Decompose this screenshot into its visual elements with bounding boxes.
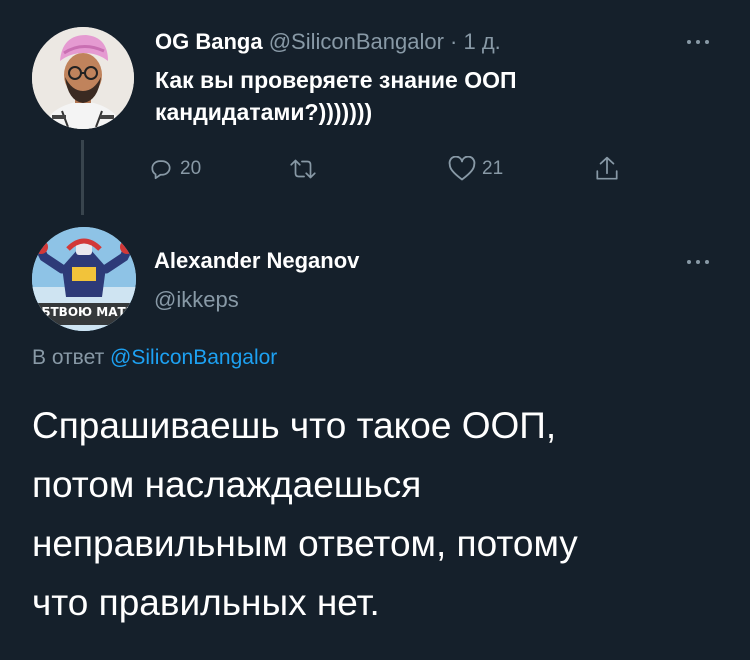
parent-tweet-header: OG Banga @SiliconBangalor · 1 д.: [155, 28, 501, 56]
retweet-button[interactable]: [288, 152, 324, 186]
reply-text-line-1: Спрашиваешь что такое ООП,: [32, 405, 557, 446]
parent-tweet-actions: 20 21: [148, 152, 648, 186]
reply-avatar[interactable]: ЁБТВОЮ МАТЬ: [32, 227, 136, 331]
like-count: 21: [482, 158, 504, 179]
retweet-icon: [290, 159, 316, 179]
heart-icon: [448, 156, 476, 181]
share-button[interactable]: [594, 152, 620, 186]
parent-tweet-text-line-1: Как вы проверяете знание ООП: [155, 67, 517, 93]
reply-button[interactable]: 20: [148, 152, 201, 186]
parent-tweet-time[interactable]: 1 д.: [464, 29, 501, 54]
replying-to-mention-link[interactable]: @SiliconBangalor: [110, 346, 277, 369]
replying-to-line: В ответ @SiliconBangalor: [32, 346, 277, 370]
thread-connector-line: [81, 140, 84, 215]
replying-to-label: В ответ: [32, 346, 105, 369]
reply-more-dots-icon[interactable]: [678, 250, 718, 274]
person-avatar-image: [32, 27, 134, 129]
share-icon: [596, 156, 618, 180]
reply-bubble-icon: [151, 160, 171, 180]
header-separator: ·: [450, 29, 458, 54]
reply-author-name[interactable]: Alexander Neganov: [154, 248, 359, 274]
parent-more-dots-icon[interactable]: [678, 30, 718, 54]
parent-author-name[interactable]: OG Banga: [155, 29, 263, 54]
tweet-thread: OG Banga @SiliconBangalor · 1 д. Как вы …: [0, 0, 750, 660]
parent-avatar[interactable]: [32, 27, 134, 129]
reply-tweet-text: Спрашиваешь что такое ООП, потом наслажд…: [32, 396, 732, 632]
reply-text-line-2: потом наслаждаешься: [32, 464, 422, 505]
reply-count: 20: [180, 158, 202, 179]
parent-tweet-text-line-2: кандидатами?))))))): [155, 99, 373, 125]
parent-author-handle[interactable]: @SiliconBangalor: [269, 29, 444, 54]
parent-tweet-text: Как вы проверяете знание ООП кандидатами…: [155, 64, 675, 128]
avatar-caption: ЁБТВОЮ МАТЬ: [33, 305, 135, 319]
reply-text-line-3: неправильным ответом, потому: [32, 523, 578, 564]
like-button[interactable]: 21: [448, 152, 503, 186]
reply-text-line-4: что правильных нет.: [32, 582, 380, 623]
reply-author-handle[interactable]: @ikkeps: [154, 287, 239, 313]
